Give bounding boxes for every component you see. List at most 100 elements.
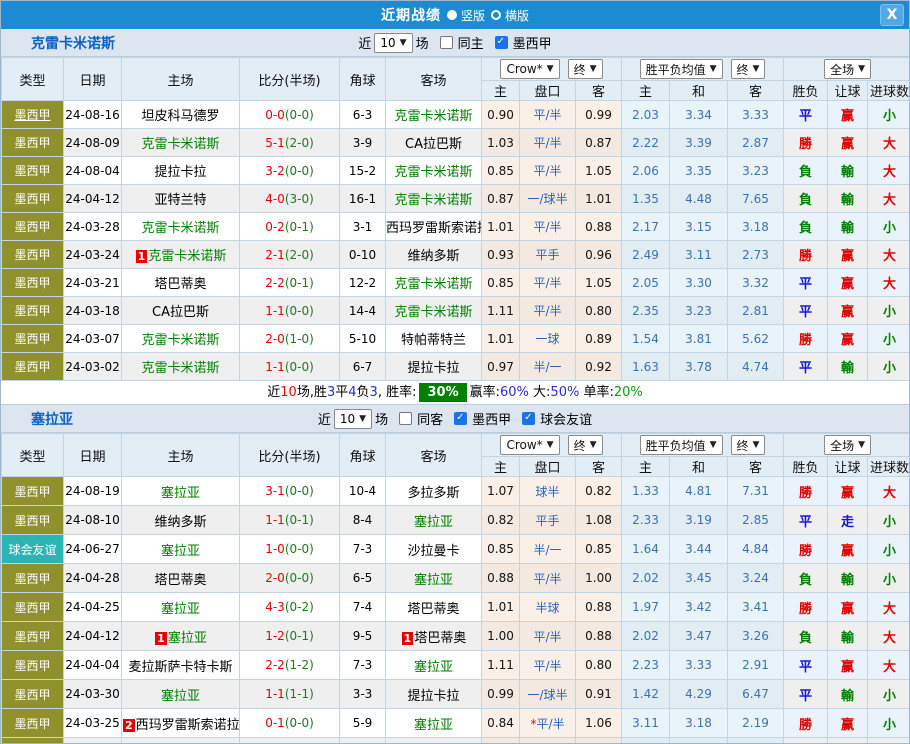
team-link[interactable]: 克雷卡米诺斯 xyxy=(394,109,472,124)
team-link[interactable]: 亚特兰特 xyxy=(154,193,206,208)
team-link[interactable]: 提拉卡拉 xyxy=(154,165,206,180)
result-goals-cell: 小 xyxy=(868,564,910,593)
league-checkbox-friendly-2[interactable] xyxy=(522,412,535,425)
col-header-date: 日期 xyxy=(64,434,122,477)
result-handicap-cell: 赢 xyxy=(828,129,868,157)
corners-cell: 15-2 xyxy=(340,157,386,185)
league-type-cell[interactable]: 球会友谊 xyxy=(2,535,64,564)
team-link[interactable]: 西玛罗雷斯索诺拉 xyxy=(386,221,482,236)
league-checkbox-mx-2[interactable] xyxy=(454,412,467,425)
league-type-cell[interactable]: 墨西甲 xyxy=(2,297,64,325)
team-name-2[interactable]: 塞拉亚 xyxy=(31,409,73,429)
team-link[interactable]: 沙拉曼卡 xyxy=(407,544,459,559)
team-link[interactable]: 克雷卡米诺斯 xyxy=(141,221,219,236)
layout-radio-horizontal[interactable]: 横版 xyxy=(491,7,529,24)
league-type-cell[interactable]: 墨西甲 xyxy=(2,709,64,738)
team-link[interactable]: 西玛罗雷斯索诺拉 xyxy=(136,718,240,733)
fulltime-select-2[interactable]: 全场▼ xyxy=(824,435,871,455)
league-type-cell[interactable]: 墨西甲 xyxy=(2,129,64,157)
league-type-cell[interactable]: 墨西甲 xyxy=(2,622,64,651)
recent-count-select-2[interactable]: 10▼ xyxy=(334,409,372,429)
radio-label-horizontal[interactable]: 横版 xyxy=(505,7,529,24)
bookmaker-select-1[interactable]: Crow*▼ xyxy=(500,59,559,79)
team-link[interactable]: 塞拉亚 xyxy=(414,660,453,675)
team-link[interactable]: 塞拉亚 xyxy=(161,544,200,559)
team-link[interactable]: 克雷卡米诺斯 xyxy=(141,137,219,152)
col-header-avg-home: 主 xyxy=(622,81,670,101)
team-link[interactable]: 克雷卡米诺斯 xyxy=(148,249,226,264)
team-link[interactable]: CA拉巴斯 xyxy=(152,305,209,320)
radio-icon-horizontal[interactable] xyxy=(491,10,501,20)
same-venue-label-2[interactable]: 同客 xyxy=(417,409,443,428)
final-select-a1[interactable]: 终▼ xyxy=(568,59,603,79)
team-link[interactable]: 克雷卡米诺斯 xyxy=(394,165,472,180)
radio-label-vertical[interactable]: 竖版 xyxy=(461,7,485,24)
match-row: 墨西甲24-03-02克雷卡米诺斯1-1(0-0)6-7提拉卡拉0.97半/一0… xyxy=(2,353,910,381)
avg-select-1[interactable]: 胜平负均值▼ xyxy=(640,59,723,79)
league-type-cell[interactable]: 墨西甲 xyxy=(2,353,64,381)
team-link[interactable]: 克雷卡米诺斯 xyxy=(394,193,472,208)
team-link[interactable]: 塔巴蒂奥 xyxy=(414,631,466,646)
final-select-b1[interactable]: 终▼ xyxy=(731,59,766,79)
avg-select-2[interactable]: 胜平负均值▼ xyxy=(640,435,723,455)
league-type-cell[interactable]: 墨西甲 xyxy=(2,269,64,297)
league-type-cell[interactable]: 墨西甲 xyxy=(2,506,64,535)
team-link[interactable]: 塞拉亚 xyxy=(414,718,453,733)
league-type-cell[interactable]: 墨西甲 xyxy=(2,680,64,709)
team-link[interactable]: 多拉多斯 xyxy=(407,486,459,501)
league-type-cell[interactable]: 墨西甲 xyxy=(2,477,64,506)
league-type-cell[interactable]: 墨西甲 xyxy=(2,101,64,129)
result-wdl-cell: 負 xyxy=(784,622,828,651)
team-link[interactable]: 塞拉亚 xyxy=(414,573,453,588)
team-link[interactable]: 塔巴蒂奥 xyxy=(154,573,206,588)
team-link[interactable]: 塞拉亚 xyxy=(161,602,200,617)
team-link[interactable]: 维纳多斯 xyxy=(407,249,459,264)
team-link[interactable]: 提拉卡拉 xyxy=(407,689,459,704)
final-select-a2[interactable]: 终▼ xyxy=(568,435,603,455)
radio-icon-vertical[interactable] xyxy=(447,10,457,20)
league-type-cell[interactable]: 墨西甲 xyxy=(2,241,64,269)
avg-away-odds-cell: 5.02 xyxy=(728,738,784,744)
team-link[interactable]: 克雷卡米诺斯 xyxy=(141,361,219,376)
team-link[interactable]: 提拉卡拉 xyxy=(407,361,459,376)
team-link[interactable]: 塞拉亚 xyxy=(414,515,453,530)
team-link[interactable]: 塔巴蒂奥 xyxy=(407,602,459,617)
league-type-cell[interactable]: 墨西甲 xyxy=(2,651,64,680)
team-link[interactable]: 塞拉亚 xyxy=(161,689,200,704)
same-venue-label-1[interactable]: 同主 xyxy=(458,33,484,52)
league-label-friendly-2[interactable]: 球会友谊 xyxy=(540,409,592,428)
bookmaker-select-2[interactable]: Crow*▼ xyxy=(500,435,559,455)
league-type-cell[interactable]: 墨西甲 xyxy=(2,325,64,353)
layout-radio-vertical[interactable]: 竖版 xyxy=(447,7,485,24)
team-link[interactable]: 塔巴蒂奥 xyxy=(154,277,206,292)
handicap-line: 平/半 xyxy=(533,108,561,122)
league-type-cell[interactable]: 墨西甲 xyxy=(2,185,64,213)
team-link[interactable]: 维纳多斯 xyxy=(154,515,206,530)
league-type-cell[interactable]: 墨西甲 xyxy=(2,213,64,241)
league-label-mx-2[interactable]: 墨西甲 xyxy=(472,409,511,428)
league-label-mx-1[interactable]: 墨西甲 xyxy=(513,33,552,52)
final-select-b2[interactable]: 终▼ xyxy=(731,435,766,455)
team-link[interactable]: 特帕蒂特兰 xyxy=(401,333,466,348)
halftime-score: (3-0) xyxy=(285,192,314,206)
team-link[interactable]: 塞拉亚 xyxy=(168,631,207,646)
team-link[interactable]: 克雷卡米诺斯 xyxy=(394,277,472,292)
team-link[interactable]: 克雷卡米诺斯 xyxy=(141,333,219,348)
same-venue-checkbox-1[interactable] xyxy=(440,36,453,49)
team-name-1[interactable]: 克雷卡米诺斯 xyxy=(31,33,115,53)
team-link[interactable]: CA拉巴斯 xyxy=(405,137,462,152)
team-link[interactable]: 塞拉亚 xyxy=(161,486,200,501)
league-checkbox-mx-1[interactable] xyxy=(495,36,508,49)
league-type-cell[interactable]: 墨西甲 xyxy=(2,593,64,622)
team-link[interactable]: 坦皮科马德罗 xyxy=(141,109,219,124)
team-link[interactable]: 克雷卡米诺斯 xyxy=(394,305,472,320)
league-type-cell[interactable]: 墨西甲 xyxy=(2,157,64,185)
recent-count-select-1[interactable]: 10▼ xyxy=(374,33,412,53)
same-venue-checkbox-2[interactable] xyxy=(399,412,412,425)
fulltime-select-1[interactable]: 全场▼ xyxy=(824,59,871,79)
team-link[interactable]: 麦拉斯萨卡特卡斯 xyxy=(128,660,232,675)
league-type-cell[interactable]: 墨西甲 xyxy=(2,738,64,744)
result-handicap-cell: 輸 xyxy=(828,185,868,213)
close-button[interactable]: X xyxy=(880,4,904,26)
league-type-cell[interactable]: 墨西甲 xyxy=(2,564,64,593)
